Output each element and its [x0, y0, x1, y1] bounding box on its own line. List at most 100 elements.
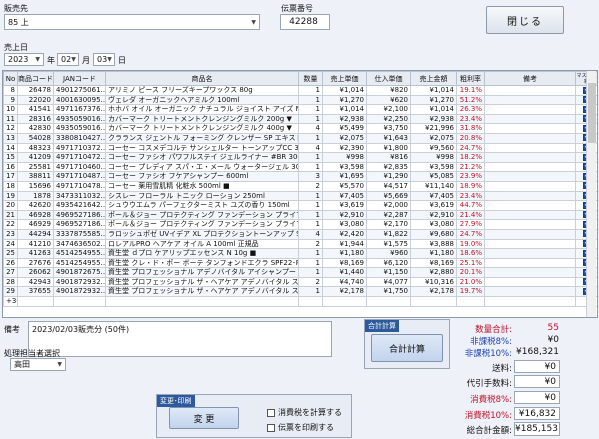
tax-calc-checkbox[interactable]: [267, 408, 275, 417]
cell-sale-price: ¥998: [322, 152, 367, 163]
cell-sale-price: ¥2,178: [322, 286, 367, 298]
print-checkbox[interactable]: [267, 423, 275, 432]
table-row[interactable]: 17 38811 4971710487… コーセー ファシオ フケアシャンプー 600…: [3, 171, 597, 182]
cell-quantity: 1: [298, 219, 323, 230]
table-row[interactable]: 18 15696 4971710478… コーセー 薬用雪肌精 化粧水 500ml ■…: [3, 180, 597, 192]
cell-quantity: 1: [298, 104, 323, 115]
cell-product-code: 28316: [17, 113, 54, 125]
customer-label: 販売先: [4, 4, 28, 13]
cell-sale-price: ¥1,440: [322, 267, 367, 278]
tax-calc-option[interactable]: 消費税を計算する: [267, 407, 342, 418]
table-row[interactable]: 19 1878 3473311032… シスレー フローラル トニック ローション 2…: [3, 190, 597, 202]
table-row[interactable]: 11 28316 4935059016… カバーマーク トリートメントクレンジングミル…: [3, 113, 597, 125]
cell-sale-price: ¥2,420: [322, 228, 367, 240]
item-grid[interactable]: No商品コードJANコード商品名数量売上単価仕入単価売上金額粗利率備考マスタ更新…: [2, 70, 598, 318]
cell-jan-code: 4001630095…: [53, 94, 106, 106]
column-header-remarks[interactable]: 備考: [484, 71, 576, 86]
table-row[interactable]: 26 27676 4514254955… 資生堂 クレ・ド・ポー ボーテ タンフォンド…: [3, 257, 597, 269]
cell-jan-code: 4901872675…: [53, 267, 106, 278]
grand-total-field: ¥185,153: [514, 422, 560, 436]
column-header-sale-price[interactable]: 売上単価: [322, 71, 367, 86]
cell-quantity: 1: [298, 209, 323, 221]
cell-sale-amount: ¥21,996: [410, 123, 457, 134]
column-header-no[interactable]: No: [3, 71, 18, 86]
cell-margin-rate: 20.8%: [456, 132, 485, 144]
cell-product-name: カバーマーク トリートメントクレンジングミルク 200g ▼: [105, 113, 299, 125]
handler-select[interactable]: 高田 ▼: [10, 358, 66, 371]
cell-jan-code: 4901872932…: [53, 276, 106, 288]
table-row[interactable]: 16 25581 4971710460… コーセー プレディア スパ・エ・メール ウォ…: [3, 161, 597, 173]
year-select[interactable]: 2023 ▼: [4, 53, 44, 66]
table-row[interactable]: 10 41541 4971167376… ホホバ オイル オーガニック ナチュラル ジ…: [3, 104, 597, 115]
shipping-field[interactable]: ¥0: [514, 360, 560, 373]
cell-product-name: コーセー 薬用雪肌精 化粧水 500ml ■: [105, 180, 299, 192]
change-button[interactable]: 変 更: [169, 407, 239, 429]
cell-sale-amount: ¥3,888: [410, 238, 457, 250]
cell-cost-price: ¥2,170: [366, 219, 411, 230]
close-button[interactable]: 閉じる: [486, 6, 564, 34]
cell-remarks: [484, 132, 576, 144]
calc-section: 合計計算 合計計算: [364, 319, 450, 369]
cell-product-name: コーセー コスメデコルテ サンシェルター トーンアップCC 35g #01 ライ…: [105, 142, 299, 154]
column-header-jan-code[interactable]: JANコード: [53, 71, 106, 86]
table-row[interactable]: 20 42620 4935421642… シュウウエムラ パーフェクターミスト ユズの…: [3, 200, 597, 211]
table-row[interactable]: 9 22020 4001630095… ヴェレダ オーガニックヘアミルク 100ml 1…: [3, 94, 597, 106]
cell-product-code: 15696: [17, 180, 54, 192]
column-header-product-code[interactable]: 商品コード: [17, 71, 54, 86]
tax10-field: ¥16,832: [514, 407, 560, 420]
cell-product-code: 54028: [17, 132, 54, 144]
change-print-title: 変更･印刷: [157, 395, 195, 407]
table-row[interactable]: 21 46928 4969527186… ポール＆ジョー プロテクティング ファンデー…: [3, 209, 597, 221]
cell-quantity: 1: [298, 85, 323, 96]
table-row[interactable]: 23 44294 3337875585… ラロッシュポゼ UVイデア XL プロテクシ…: [3, 228, 597, 240]
table-row[interactable]: 24 41210 3474636502… ロレアルPRO ヘアケア オイル A 100…: [3, 238, 597, 250]
table-row[interactable]: 15 41209 4971710472… コーセー ファシオ パワフルステイ ジェルラ…: [3, 152, 597, 163]
table-row[interactable]: +30: [3, 296, 597, 307]
print-option[interactable]: 伝票を印刷する: [267, 422, 334, 433]
cell-cost-price: ¥2,100: [366, 104, 411, 115]
cell-cost-price: ¥816: [366, 152, 411, 163]
table-row[interactable]: 12 42830 4935059016… カバーマーク トリートメントクレンジングミル…: [3, 123, 597, 134]
remarks-field[interactable]: 2023/02/03販売分 (50件): [28, 321, 332, 357]
cell-sale-price: ¥3,619: [322, 200, 367, 211]
month-select[interactable]: 02 ▼: [57, 53, 79, 66]
item-table: No商品コードJANコード商品名数量売上単価仕入単価売上金額粗利率備考マスタ更新…: [3, 71, 597, 307]
table-row[interactable]: 27 26062 4901872675… 資生堂 プロフェッショナル アデノバイタル …: [3, 267, 597, 278]
column-header-margin-rate[interactable]: 粗利率: [456, 71, 485, 86]
cell-quantity: 3: [298, 171, 323, 182]
grand-total-label: 総合計金額:: [466, 426, 512, 436]
day-select[interactable]: 03 ▼: [93, 53, 115, 66]
scrollbar-thumb[interactable]: [588, 83, 596, 143]
cell-remarks: [484, 296, 576, 307]
column-header-cost-price[interactable]: 仕入単価: [366, 71, 411, 86]
cell-sale-amount: ¥2,880: [410, 267, 457, 278]
cell-product-code: 46929: [17, 219, 54, 230]
cell-sale-price: ¥2,910: [322, 209, 367, 221]
column-header-sale-amount[interactable]: 売上金額: [410, 71, 457, 86]
column-header-product-name[interactable]: 商品名: [105, 71, 299, 86]
cell-jan-code: 3380810427…: [53, 132, 106, 144]
table-row[interactable]: 8 26478 4901275061… アリミノ ピース フリーズキープワックス 80…: [3, 85, 597, 96]
cell-margin-rate: 27.9%: [456, 219, 485, 230]
table-row[interactable]: 22 46929 4969527186… ポール＆ジョー プロテクティング ファンデー…: [3, 219, 597, 230]
cell-remarks: [484, 267, 576, 278]
cell-product-code: 26478: [17, 85, 54, 96]
table-row[interactable]: 25 41263 4514254955… 資生堂 ｄプロ ケアリップエッセンス N 1…: [3, 248, 597, 259]
cell-remarks: [484, 123, 576, 134]
cod-fee-field[interactable]: ¥0: [514, 375, 560, 388]
qty-total-label: 数量合計:: [475, 325, 512, 335]
customer-select[interactable]: 85 上 ▼: [4, 14, 260, 30]
column-header-quantity[interactable]: 数量: [298, 71, 323, 86]
table-row[interactable]: 29 37655 4901872932… 資生堂 プロフェッショナル ザ・ヘアケア ア…: [3, 286, 597, 298]
remarks-label: 備考: [4, 325, 20, 334]
table-row[interactable]: 13 54028 3380810427… クラランス ジェントル フォーミング クレン…: [3, 132, 597, 144]
table-row[interactable]: 14 48323 4971710372… コーセー コスメデコルテ サンシェルター ト…: [3, 142, 597, 154]
table-row[interactable]: 28 42943 4901872932… 資生堂 プロフェッショナル ザ・ヘアケア ア…: [3, 276, 597, 288]
cell-sale-amount: ¥3,080: [410, 219, 457, 230]
calc-total-button[interactable]: 合計計算: [371, 334, 443, 362]
chevron-down-icon: ▼: [251, 18, 256, 26]
cell-margin-rate: 18.9%: [456, 180, 485, 192]
cell-product-name: ホホバ オイル オーガニック ナチュラル ジョイスト アイズ N 4.8g #0…: [105, 104, 299, 115]
cell-cost-price: ¥1,575: [366, 238, 411, 250]
vertical-scrollbar[interactable]: [586, 71, 596, 317]
